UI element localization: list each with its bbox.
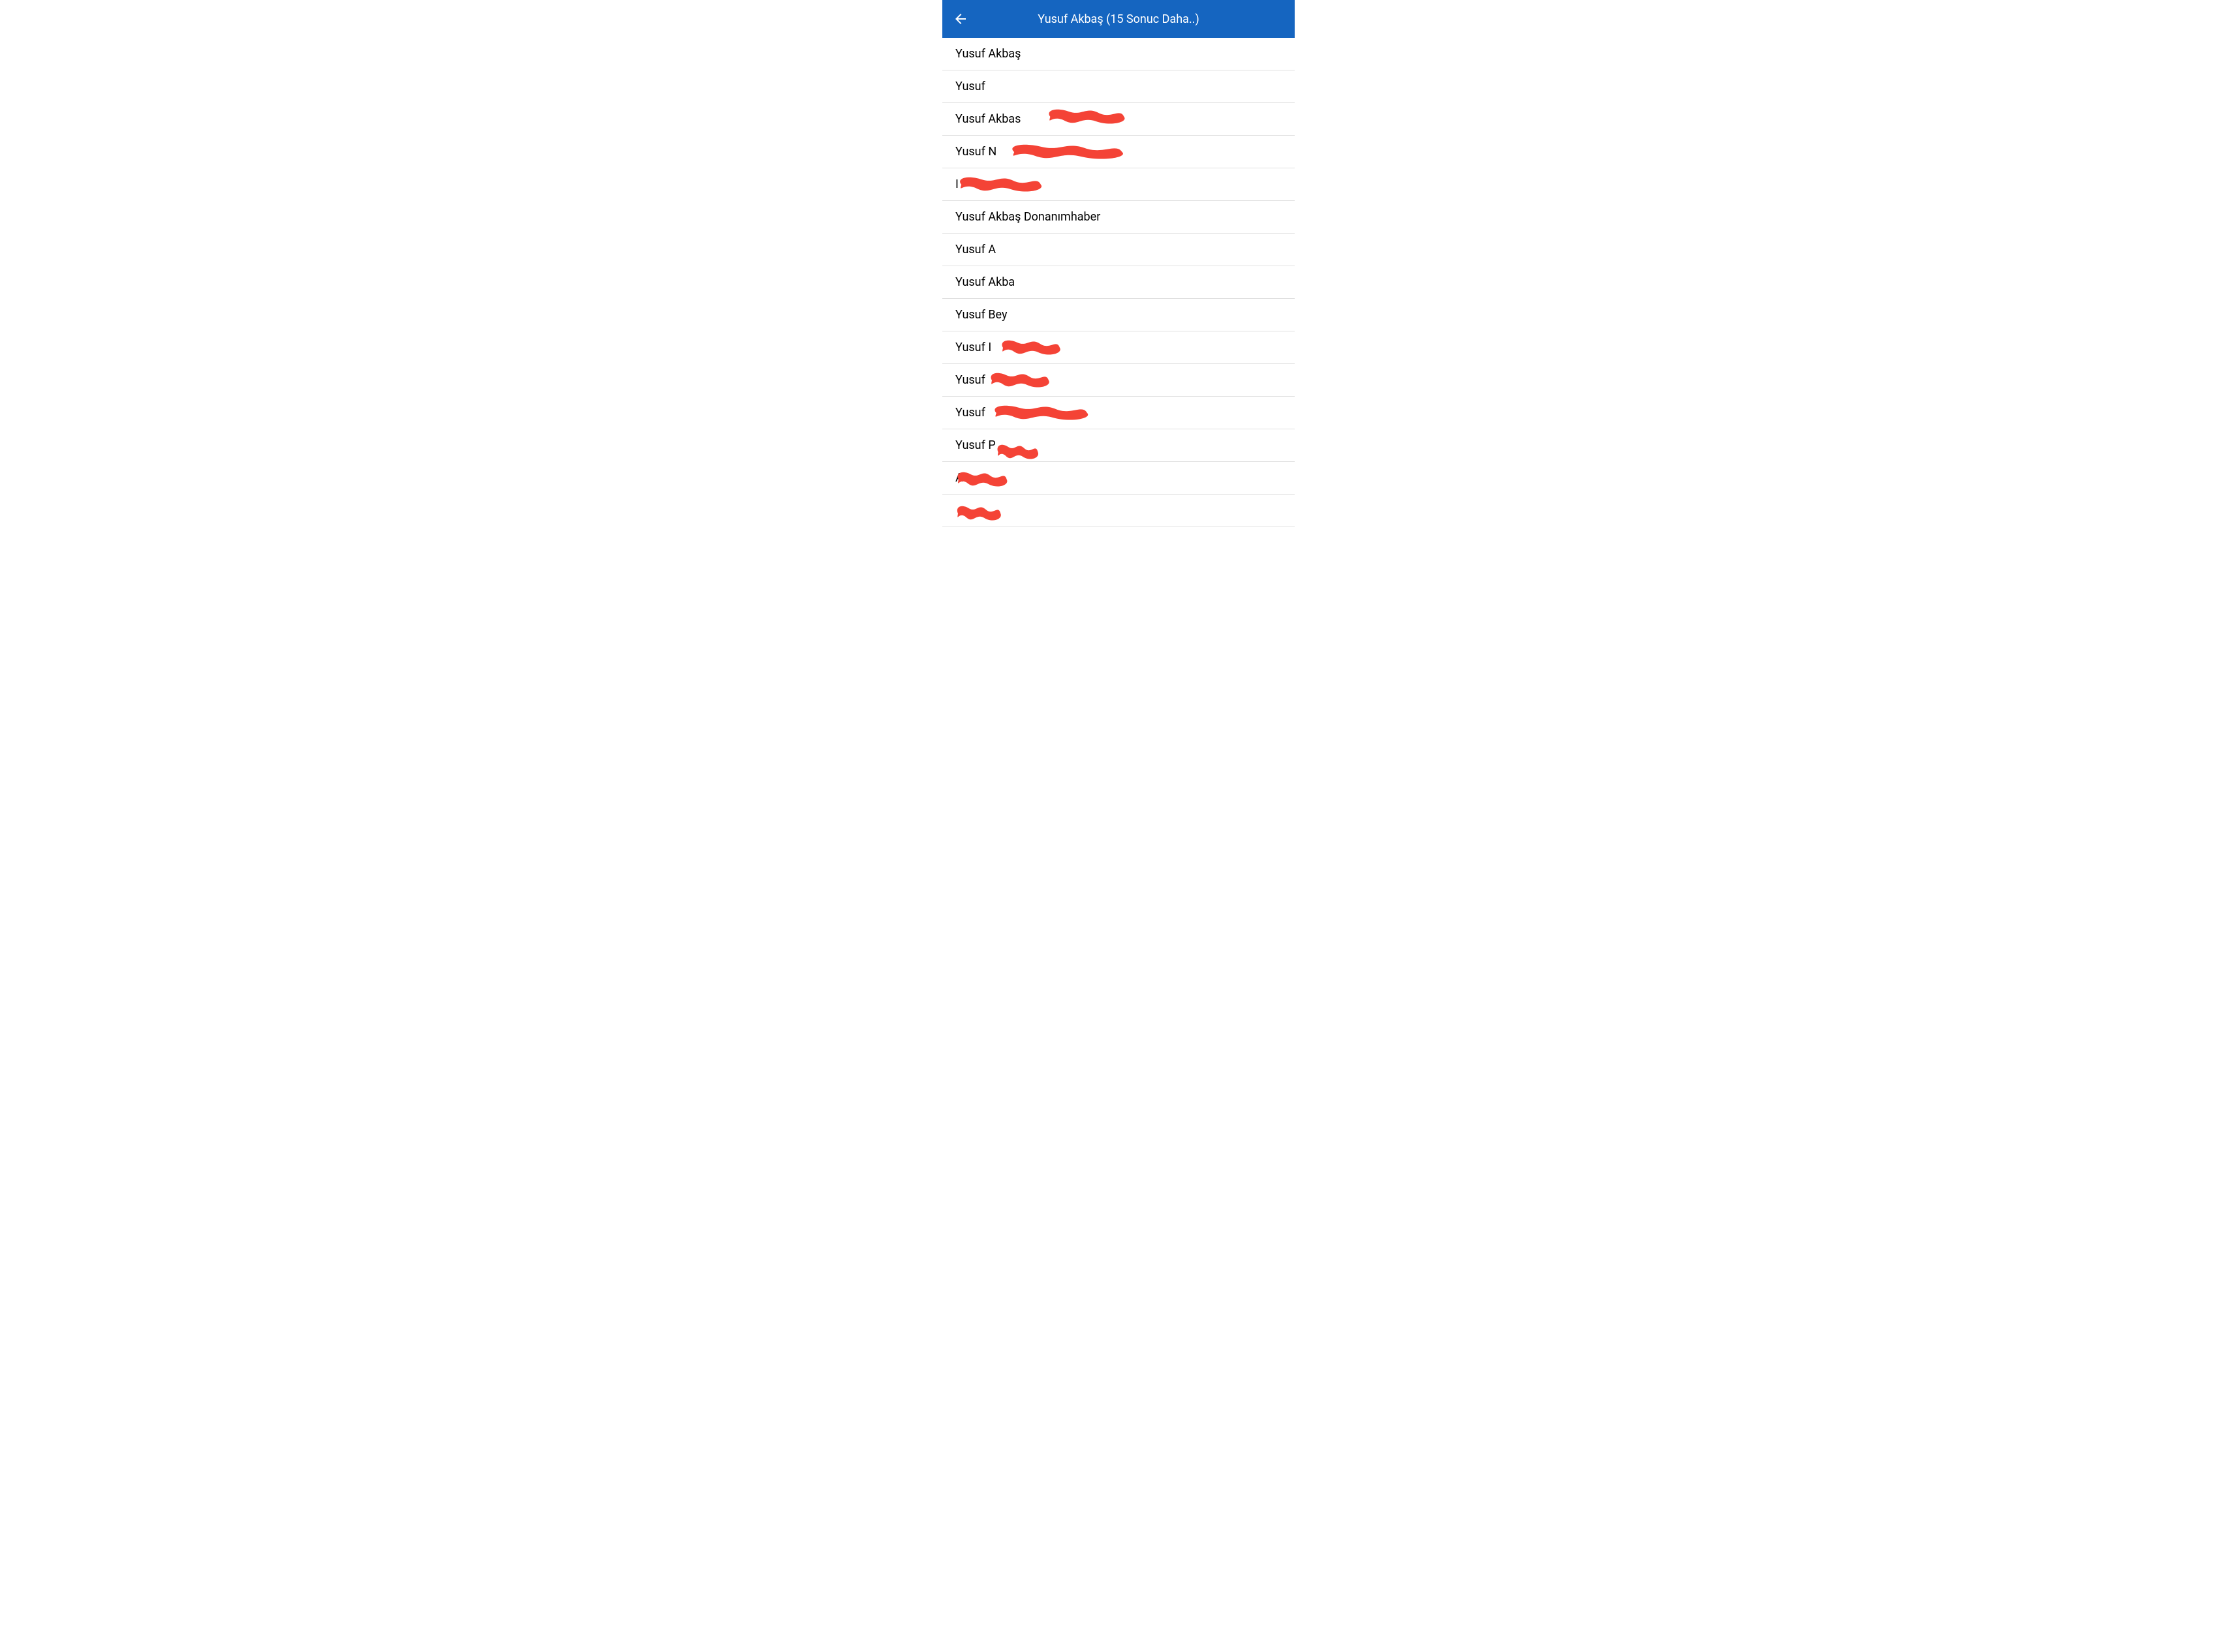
list-item-label: Yusuf I (955, 341, 991, 354)
header-bar: Yusuf Akbaş (15 Sonuc Daha..) (942, 0, 1295, 38)
list-item[interactable]: Yusuf N (942, 136, 1295, 168)
app-container: Yusuf Akbaş (15 Sonuc Daha..) Yusuf Akba… (942, 0, 1295, 527)
list-item-label: Yusuf P (955, 438, 996, 452)
list-item-label: Yusuf N (955, 145, 996, 159)
list-item[interactable]: Yusuf Akbaş Donanımhaber (942, 201, 1295, 234)
list-item-label: Yusuf (955, 80, 985, 93)
list-item-label: Yusuf Akbaş (955, 47, 1021, 61)
redaction-mark (998, 337, 1063, 359)
list-item-label: I (955, 177, 959, 191)
list-item-label: Yusuf Akbas (955, 112, 1021, 126)
back-arrow-icon (953, 11, 968, 27)
list-item[interactable]: I (942, 168, 1295, 201)
list-item[interactable]: Yusuf A (942, 234, 1295, 266)
list-item[interactable]: Yusuf Akbaş (942, 38, 1295, 70)
redaction-mark (1043, 106, 1128, 128)
list-item[interactable]: Yusuf Bey (942, 299, 1295, 331)
header-title: Yusuf Akbaş (15 Sonuc Daha..) (1038, 12, 1199, 26)
list-item-label: Yusuf Akba (955, 275, 1015, 289)
redaction-mark (987, 369, 1052, 391)
list-item-label: Yusuf (955, 406, 985, 420)
redaction-mark (954, 502, 1003, 525)
list-item[interactable]: A (942, 462, 1295, 495)
list-item-label: Yusuf Bey (955, 308, 1008, 322)
list-item[interactable]: Yusuf Akba (942, 266, 1295, 299)
list-item[interactable]: Yusuf (942, 397, 1295, 429)
list-item[interactable]: Yusuf (942, 364, 1295, 397)
list-item-label: A (955, 471, 963, 485)
redaction-mark (1004, 141, 1128, 163)
list-item[interactable] (942, 495, 1295, 527)
list-item[interactable]: Yusuf (942, 70, 1295, 103)
list-item[interactable]: Yusuf I (942, 331, 1295, 364)
redaction-mark (995, 441, 1040, 463)
back-button[interactable] (953, 11, 968, 27)
redaction-mark (988, 402, 1092, 424)
list-item-label: Yusuf A (955, 243, 996, 256)
list-item[interactable]: Yusuf P (942, 429, 1295, 462)
list-item-label: Yusuf (955, 373, 985, 387)
list-item[interactable]: Yusuf Akbas (942, 103, 1295, 136)
list-item-label: Yusuf Akbaş Donanımhaber (955, 210, 1100, 224)
results-list: Yusuf Akbaş Yusuf Yusuf Akbas Yusuf N I Yusuf… (942, 38, 1295, 527)
redaction-mark (954, 174, 1045, 196)
